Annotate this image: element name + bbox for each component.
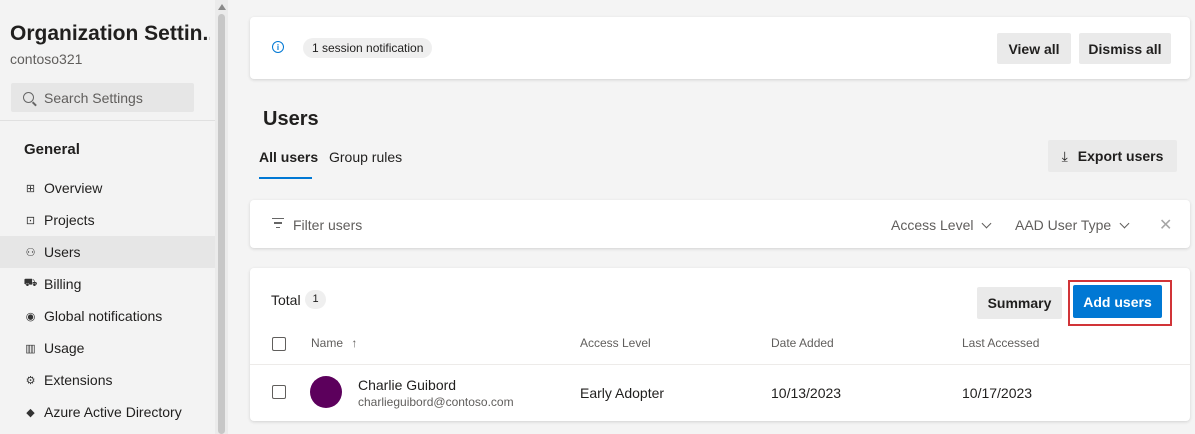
sidebar-item-label: Overview: [44, 180, 103, 196]
org-subtitle: contoso321: [10, 51, 83, 67]
sidebar-item-label: Billing: [44, 276, 82, 292]
add-users-button[interactable]: Add users: [1073, 285, 1162, 318]
user-name[interactable]: Charlie Guibord: [358, 377, 456, 393]
user-date-added: 10/13/2023: [771, 385, 842, 401]
tab-all-users[interactable]: All users: [259, 149, 318, 165]
sidebar-item-label: Global notifications: [44, 308, 163, 324]
extensions-icon: ⚙: [25, 374, 36, 387]
aad-user-type-dropdown[interactable]: AAD User Type: [1015, 217, 1130, 233]
total-count-badge: 1: [305, 290, 326, 309]
azure-ad-icon: ◆: [26, 406, 35, 419]
column-header-last-accessed[interactable]: Last Accessed: [962, 336, 1039, 350]
active-tab-indicator: [259, 177, 312, 179]
sidebar-scrollbar[interactable]: [215, 0, 228, 434]
clear-filters-icon[interactable]: ✕: [1159, 215, 1172, 235]
sidebar: Organization Settin... contoso321 Search…: [0, 0, 228, 434]
sidebar-item-label: Extensions: [44, 372, 113, 388]
download-icon: ⤓: [1061, 147, 1068, 164]
overview-icon: ⊞: [25, 182, 36, 195]
column-header-name[interactable]: Name ↑: [311, 336, 357, 350]
notifications-icon: ◉: [25, 310, 36, 323]
export-users-label: Export users: [1077, 148, 1164, 164]
page-title: Users: [263, 108, 319, 130]
chevron-down-icon: [982, 218, 992, 229]
scrollbar-thumb[interactable]: [218, 14, 225, 434]
tab-group-rules[interactable]: Group rules: [329, 149, 402, 165]
projects-icon: ⊡: [25, 214, 36, 227]
sidebar-divider: [0, 120, 215, 121]
scroll-up-icon[interactable]: [218, 4, 226, 10]
sidebar-nav: ⊞ Overview ⊡ Projects ⚇ Users ⛟ Billing …: [0, 172, 215, 428]
avatar: [310, 376, 342, 408]
sort-ascending-icon: ↑: [351, 336, 358, 350]
sidebar-item-projects[interactable]: ⊡ Projects: [0, 204, 215, 236]
sidebar-item-label: Users: [44, 244, 81, 260]
summary-button[interactable]: Summary: [977, 287, 1062, 319]
chevron-down-icon: [1119, 218, 1130, 229]
user-email: charlieguibord@contoso.com: [358, 395, 514, 409]
total-label: Total: [271, 292, 301, 308]
dismiss-all-button[interactable]: Dismiss all: [1079, 33, 1171, 64]
sidebar-item-azure-active-directory[interactable]: ◆ Azure Active Directory: [0, 396, 215, 428]
sidebar-item-overview[interactable]: ⊞ Overview: [0, 172, 215, 204]
usage-icon: ▥: [25, 342, 36, 355]
users-table-card: Total 1 Summary Add users Name ↑ Access …: [250, 268, 1190, 421]
search-placeholder: Search Settings: [44, 89, 143, 106]
search-icon: [23, 92, 34, 103]
sidebar-item-billing[interactable]: ⛟ Billing: [0, 268, 215, 300]
column-name-label: Name: [311, 336, 344, 350]
filter-bar: Filter users Access Level AAD User Type …: [250, 200, 1190, 248]
billing-icon: ⛟: [23, 277, 38, 289]
sidebar-item-global-notifications[interactable]: ◉ Global notifications: [0, 300, 215, 332]
section-title-general: General: [24, 141, 80, 158]
select-all-checkbox[interactable]: [272, 337, 286, 351]
view-all-button[interactable]: View all: [997, 33, 1071, 64]
session-notification-pill[interactable]: 1 session notification: [303, 38, 433, 58]
row-divider: [250, 364, 1190, 365]
sidebar-item-label: Azure Active Directory: [44, 404, 182, 420]
access-level-label: Access Level: [891, 217, 974, 233]
org-title: Organization Settin...: [10, 22, 210, 45]
search-settings-input[interactable]: Search Settings: [11, 83, 194, 112]
user-last-accessed: 10/17/2023: [962, 385, 1033, 401]
info-icon: i: [272, 41, 284, 53]
row-checkbox[interactable]: [272, 385, 286, 399]
aad-user-type-label: AAD User Type: [1015, 217, 1112, 233]
sidebar-item-users[interactable]: ⚇ Users: [0, 236, 215, 268]
column-header-access-level[interactable]: Access Level: [580, 336, 651, 350]
filter-icon: [272, 218, 284, 231]
sidebar-item-usage[interactable]: ▥ Usage: [0, 332, 215, 364]
users-icon: ⚇: [25, 246, 36, 259]
notification-banner: i 1 session notification View all Dismis…: [250, 17, 1190, 79]
sidebar-item-extensions[interactable]: ⚙ Extensions: [0, 364, 215, 396]
sidebar-item-label: Projects: [44, 212, 95, 228]
sidebar-item-label: Usage: [44, 340, 85, 356]
export-users-button[interactable]: ⤓ Export users: [1048, 140, 1177, 172]
filter-users-input[interactable]: Filter users: [293, 217, 362, 233]
access-level-dropdown[interactable]: Access Level: [891, 217, 992, 233]
user-access-level[interactable]: Early Adopter: [580, 385, 664, 401]
column-header-date-added[interactable]: Date Added: [771, 336, 834, 350]
